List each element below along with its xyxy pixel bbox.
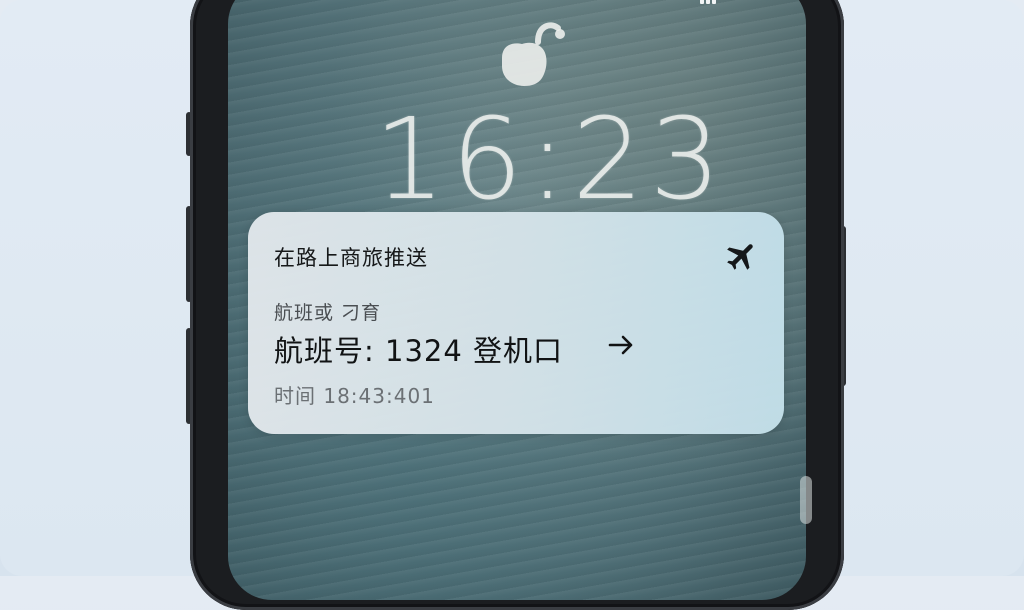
airplane-icon [724, 238, 760, 274]
screen-edge-handle [800, 476, 812, 524]
notification-subtitle: 航班或 刁育 [274, 302, 382, 324]
status-bar-signal-icon [700, 0, 740, 4]
notification-app-name: 在路上商旅推送 [274, 246, 428, 270]
lock-open-icon [492, 16, 572, 88]
lock-screen-clock: 16:23 [374, 95, 727, 225]
arrow-right-icon[interactable] [606, 330, 636, 360]
notification-time: 时间 18:43:401 [274, 384, 435, 408]
notification-message: 航班号: 1324 登机口 [274, 334, 564, 368]
notification-card[interactable]: 在路上商旅推送 航班或 刁育 航班号: 1324 登机口 时间 18:43:40… [248, 212, 784, 434]
